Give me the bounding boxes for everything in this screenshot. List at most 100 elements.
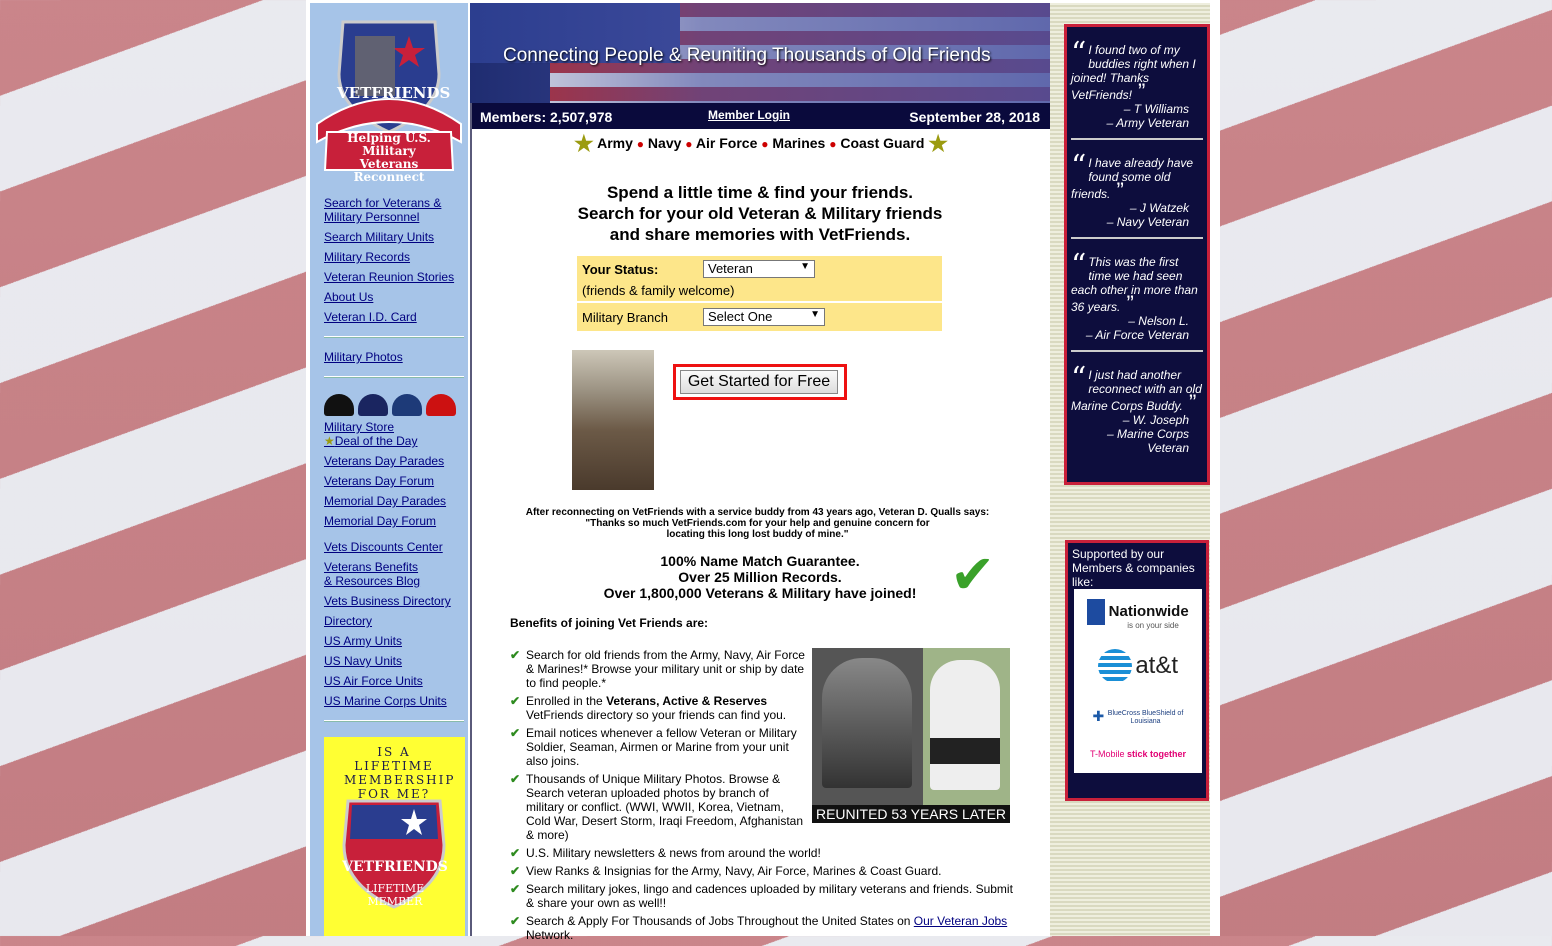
bullet-dot-icon: ● <box>685 137 693 151</box>
photo-old-soldiers <box>822 658 912 788</box>
nav-search-veterans[interactable]: Search for Veterans & Military Personnel <box>324 196 469 224</box>
testimonial-name: – W. Joseph <box>1122 413 1189 427</box>
bcbs-cross-icon: ✚ <box>1092 708 1105 724</box>
testimonial-name: – T Williams <box>1123 102 1189 116</box>
nav-benefits-blog[interactable]: Veterans Benefits & Resources Blog <box>324 560 424 588</box>
photo-caption: REUNITED 53 YEARS LATER <box>812 805 1010 823</box>
nav-deal-of-day[interactable]: ★Deal of the Day <box>324 434 469 448</box>
att-logo[interactable]: at&t <box>1074 649 1202 683</box>
nav-divider <box>324 376 464 378</box>
branch-coast-guard: Coast Guard <box>840 135 925 151</box>
nav-search-units[interactable]: Search Military Units <box>324 230 469 244</box>
nav-reunion-stories[interactable]: Veteran Reunion Stories <box>324 270 469 284</box>
nav-military-records[interactable]: Military Records <box>324 250 469 264</box>
headline-line-1: Spend a little time & find your friends. <box>606 183 914 202</box>
nav-business-directory[interactable]: Vets Business Directory <box>324 594 469 608</box>
bcbs-name: BlueCross BlueShield of Louisiana <box>1107 709 1184 725</box>
check-icon: ✔ <box>510 864 521 878</box>
cta-frame: Get Started for Free <box>673 364 847 400</box>
open-quote-icon: “ <box>1071 149 1087 184</box>
promo-badge-name: VETFRIENDS <box>342 859 448 875</box>
testimonial-role: – Air Force Veteran <box>1085 328 1189 342</box>
member-login-link[interactable]: Member Login <box>708 108 790 122</box>
star-icon: ★ <box>928 131 948 156</box>
benefit-bold: Veterans, Active & Reserves <box>606 694 768 708</box>
nationwide-logo[interactable]: Nationwide is on your side <box>1074 599 1202 633</box>
tmobile-logo[interactable]: T-Mobile stick together <box>1074 747 1202 761</box>
check-icon: ✔ <box>510 648 521 662</box>
testimonial: “I have already have found some old frie… <box>1067 140 1207 239</box>
att-globe-icon <box>1097 649 1132 683</box>
nav-memorial-day-forum[interactable]: Memorial Day Forum <box>324 514 469 528</box>
testimonial-text: This was the first time we had seen each… <box>1071 255 1198 314</box>
supporters-title: Supported by our Members & companies lik… <box>1072 547 1195 589</box>
bcbs-logo[interactable]: ✚ BlueCross BlueShield of Louisiana <box>1074 709 1202 726</box>
benefit-tail: VetFriends directory so your friends can… <box>526 708 787 722</box>
close-quote-icon: ” <box>1120 291 1134 316</box>
usaf-cap-icon <box>392 394 422 416</box>
close-quote-icon: ” <box>1182 390 1197 415</box>
nav-army-units[interactable]: US Army Units <box>324 634 469 648</box>
nav-navy-units[interactable]: US Navy Units <box>324 654 469 668</box>
vetfriends-logo[interactable]: VETFRIENDS Helping U.S. Military Veteran… <box>313 14 465 184</box>
banner-tagline: Connecting People & Reuniting Thousands … <box>503 45 991 66</box>
promo-badge-sub: LIFETIME MEMBER <box>365 882 425 908</box>
lifetime-membership-promo[interactable]: IS A LIFETIME MEMBERSHIP FOR ME? VETFRIE… <box>324 737 465 936</box>
info-bar: Members: 2,507,978 Member Login Septembe… <box>472 103 1050 129</box>
nav-memorial-day-parades[interactable]: Memorial Day Parades <box>324 494 469 508</box>
testimonial-role: – Army Veteran <box>1106 116 1189 130</box>
benefit-text: Email notices whenever a fellow Veteran … <box>526 726 797 768</box>
nav-discounts-center[interactable]: Vets Discounts Center <box>324 540 469 554</box>
left-nav: Search for Veterans & Military Personnel… <box>324 196 469 722</box>
nav-veteran-id-card[interactable]: Veteran I.D. Card <box>324 310 469 324</box>
headline-line-3: and share memories with VetFriends. <box>609 225 911 244</box>
benefit-item: ✔ Search military jokes, lingo and cadenc… <box>510 882 1015 910</box>
checkmark-icon: ✔ <box>950 545 996 605</box>
military-caps[interactable] <box>324 394 469 416</box>
check-icon: ✔ <box>510 914 521 928</box>
status-select-value: Veteran <box>708 261 753 276</box>
star-icon: ★ <box>324 434 335 448</box>
branch-list: ★ Army ● Navy ● Air Force ● Marines ● Co… <box>472 131 1050 157</box>
nav-airforce-units[interactable]: US Air Force Units <box>324 674 469 688</box>
tmobile-tagline: stick together <box>1127 749 1187 759</box>
member-count: Members: 2,507,978 <box>480 109 613 125</box>
benefit-tail: Network. <box>526 928 574 942</box>
status-select[interactable]: Veteran ▼ <box>703 260 815 278</box>
testimonial-role: – Navy Veteran <box>1106 215 1189 229</box>
quote-line-1: After reconnecting on VetFriends with a … <box>525 507 990 518</box>
logo-name: VETFRIENDS <box>337 84 451 102</box>
benefit-item: ✔ Enrolled in the Veterans, Active & Rese… <box>510 694 810 722</box>
veteran-jobs-link[interactable]: Our Veteran Jobs <box>914 914 1007 928</box>
check-icon: ✔ <box>510 694 521 708</box>
nav-military-store[interactable]: Military Store <box>324 420 469 434</box>
nav-military-photos[interactable]: Military Photos <box>324 350 469 364</box>
branch-army: Army <box>597 135 633 151</box>
check-icon: ✔ <box>510 772 521 786</box>
nav-about-us[interactable]: About Us <box>324 290 469 304</box>
status-subtext: (friends & family welcome) <box>582 283 735 298</box>
logo-motto: Helping U.S. Military Veterans Reconnect <box>347 131 431 184</box>
close-quote-icon: ” <box>1110 178 1124 203</box>
open-quote-icon: “ <box>1071 248 1087 283</box>
soldier-photo <box>572 350 654 490</box>
testimonial-text: I have already have found some old frien… <box>1071 156 1194 201</box>
close-quote-icon: ” <box>1131 79 1146 104</box>
headline-line-2: Search for your old Veteran & Military f… <box>577 204 943 223</box>
branch-label: Military Branch <box>582 310 668 325</box>
bullet-dot-icon: ● <box>636 137 645 151</box>
nav-veterans-day-forum[interactable]: Veterans Day Forum <box>324 474 469 488</box>
get-started-button[interactable]: Get Started for Free <box>680 370 838 394</box>
army-cap-icon <box>324 394 354 416</box>
nav-marine-units[interactable]: US Marine Corps Units <box>324 694 469 708</box>
bullet-dot-icon: ● <box>761 137 769 151</box>
branch-select[interactable]: Select One ▼ <box>703 308 825 326</box>
nav-divider <box>324 720 464 722</box>
branch-marines: Marines <box>772 135 826 151</box>
benefit-item: ✔ Search & Apply For Thousands of Jobs Th… <box>510 914 1015 942</box>
dropdown-arrow-icon: ▼ <box>810 309 820 320</box>
open-quote-icon: “ <box>1071 36 1087 71</box>
testimonial-name: – J Watzek <box>1129 201 1189 215</box>
nav-directory[interactable]: Directory <box>324 614 469 628</box>
nav-veterans-day-parades[interactable]: Veterans Day Parades <box>324 454 469 468</box>
